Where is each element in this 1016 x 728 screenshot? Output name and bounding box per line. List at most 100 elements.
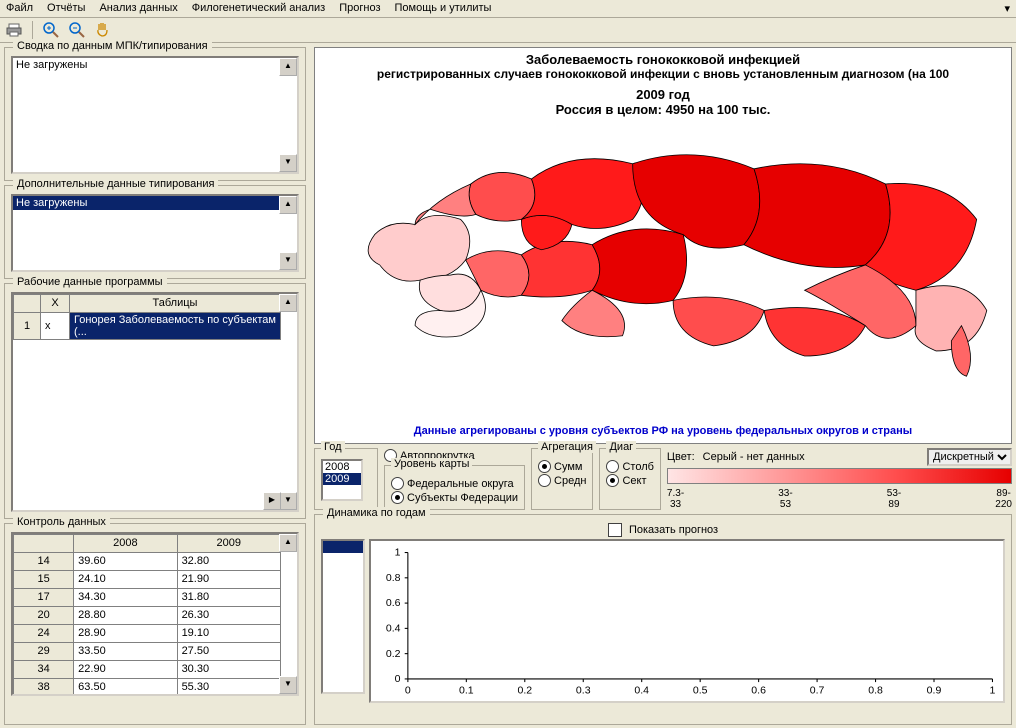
workdata-group: Рабочие данные программы XТаблицы 1 x Го…: [4, 283, 306, 519]
russia-map[interactable]: [319, 117, 1007, 423]
svg-text:0.6: 0.6: [386, 597, 401, 609]
year-list[interactable]: 2008 2009: [321, 459, 363, 501]
scroll-up-icon[interactable]: ▲: [279, 534, 297, 552]
table-row[interactable]: 1 x Гонорея Заболеваемость по субъектам …: [14, 312, 281, 339]
forecast-label: Показать прогноз: [629, 524, 718, 536]
agg-sum-radio[interactable]: Сумм: [538, 460, 586, 473]
agg-box: Агрегация Сумм Средн: [531, 448, 593, 510]
table-row[interactable]: 2428.9019.10: [14, 624, 281, 642]
svg-text:0.5: 0.5: [693, 685, 708, 697]
scroll-down-icon[interactable]: ▼: [279, 154, 297, 172]
pan-icon[interactable]: [95, 22, 111, 38]
svg-text:0.3: 0.3: [576, 685, 591, 697]
year-2009[interactable]: 2009: [323, 473, 361, 485]
year-label: Год: [321, 441, 345, 453]
scroll-up-icon[interactable]: ▲: [279, 294, 297, 312]
scroll-up-icon[interactable]: ▲: [279, 196, 297, 214]
typing-group: Дополнительные данные типирования Не заг…: [4, 185, 306, 279]
maplevel-sf-radio[interactable]: Субъекты Федерации: [391, 491, 518, 504]
menu-file[interactable]: Файл: [6, 2, 33, 15]
svg-text:0.1: 0.1: [459, 685, 474, 697]
color-mode-select[interactable]: Дискретный: [927, 448, 1012, 466]
map-pane: Заболеваемость гонококковой инфекцией ре…: [314, 47, 1012, 444]
scroll-down-icon[interactable]: ▼: [279, 676, 297, 694]
svg-text:1: 1: [395, 547, 401, 559]
mpk-group-title: Сводка по данным МПК/типирования: [13, 40, 212, 52]
scroll-down-icon[interactable]: ▼: [279, 252, 297, 270]
dyn-sidebar[interactable]: [321, 539, 365, 694]
dynamics-title: Динамика по годам: [323, 507, 430, 519]
workdata-title: Рабочие данные программы: [13, 276, 167, 288]
map-footer: Данные агрегированы с уровня субъектов Р…: [412, 423, 914, 439]
svg-text:0.9: 0.9: [927, 685, 942, 697]
table-row[interactable]: 2028.8026.30: [14, 606, 281, 624]
mpk-summary-group: Сводка по данным МПК/типирования Не загр…: [4, 47, 306, 181]
map-controls: Год 2008 2009 Автопрокрутка Уровень карт…: [314, 448, 1012, 510]
table-row[interactable]: 1524.1021.90: [14, 570, 281, 588]
svg-text:0.2: 0.2: [386, 648, 401, 660]
workdata-grid[interactable]: XТаблицы 1 x Гонорея Заболеваемость по с…: [11, 292, 299, 512]
datacontrol-grid[interactable]: 200820091439.6032.801524.1021.901734.303…: [11, 532, 299, 696]
svg-text:0.2: 0.2: [517, 685, 532, 697]
scroll-up-icon[interactable]: ▲: [279, 58, 297, 76]
zoom-out-icon[interactable]: [69, 22, 85, 38]
menu-bar: Файл Отчёты Анализ данных Филогенетическ…: [0, 0, 1016, 18]
table-row[interactable]: 3422.9030.30: [14, 660, 281, 678]
menu-help[interactable]: Помощь и утилиты: [395, 2, 492, 15]
svg-text:0.4: 0.4: [634, 685, 649, 697]
menu-reports[interactable]: Отчёты: [47, 2, 85, 15]
year-box: Год 2008 2009: [314, 448, 378, 510]
svg-text:0: 0: [395, 673, 401, 685]
legend-ticks: 7.3- 3333- 5353- 8989- 220: [667, 488, 1012, 510]
map-total: Россия в целом: 4950 на 100 тыс.: [556, 102, 771, 117]
maplevel-fo-radio[interactable]: Федеральные округа: [391, 477, 518, 490]
dynamics-chart[interactable]: 0 0.2 0.4 0.6 0.8 1 0 0.1 0.2 0.3 0.4 0.5 0.6 0.7 0.8 0…: [369, 539, 1005, 703]
svg-text:0.6: 0.6: [751, 685, 766, 697]
dynamics-group: Динамика по годам Показать прогноз 00.20…: [314, 514, 1012, 725]
agg-avg-radio[interactable]: Средн: [538, 474, 586, 487]
diag-sec-radio[interactable]: Сект: [606, 474, 653, 487]
color-box: Цвет: Серый - нет данных Дискретный 7.3-…: [667, 448, 1012, 510]
mpk-text: Не загружены: [13, 58, 297, 72]
scroll-right-icon[interactable]: ▶: [263, 492, 281, 510]
svg-text:1: 1: [990, 685, 996, 697]
map-title-2: регистрированных случаев гонококковой ин…: [377, 67, 949, 81]
table-row[interactable]: 1734.3031.80: [14, 588, 281, 606]
color-gray-label: Серый - нет данных: [703, 451, 805, 463]
typing-group-title: Дополнительные данные типирования: [13, 178, 218, 190]
maplevel-box: Уровень карты Федеральные округа Субъект…: [384, 465, 525, 510]
menu-analysis[interactable]: Анализ данных: [99, 2, 177, 15]
typing-listbox[interactable]: Не загружены ▲ ▼: [11, 194, 299, 272]
table-row[interactable]: 1439.6032.80: [14, 552, 281, 570]
forecast-checkbox[interactable]: [608, 523, 622, 537]
print-icon[interactable]: [6, 22, 22, 38]
datacontrol-title: Контроль данных: [13, 516, 110, 528]
zoom-in-icon[interactable]: [43, 22, 59, 38]
color-legend: [667, 468, 1012, 484]
svg-text:0.4: 0.4: [386, 623, 401, 635]
scroll-down-icon[interactable]: ▼: [279, 492, 297, 510]
diag-label: Диаг: [606, 441, 636, 453]
col-x[interactable]: X: [41, 294, 70, 312]
color-label: Цвет:: [667, 451, 695, 463]
agg-label: Агрегация: [538, 441, 596, 453]
maplevel-label: Уровень карты: [391, 458, 472, 470]
mpk-listbox[interactable]: Не загружены ▲ ▼: [11, 56, 299, 174]
table-row[interactable]: 2933.5027.50: [14, 642, 281, 660]
year-2008[interactable]: 2008: [323, 461, 361, 473]
diag-box: Диаг Столб Сект: [599, 448, 660, 510]
menu-forecast[interactable]: Прогноз: [339, 2, 380, 15]
svg-text:0: 0: [405, 685, 411, 697]
menu-phylo[interactable]: Филогенетический анализ: [192, 2, 326, 15]
svg-text:0.8: 0.8: [386, 572, 401, 584]
svg-text:0.8: 0.8: [868, 685, 883, 697]
datacontrol-group: Контроль данных 200820091439.6032.801524…: [4, 523, 306, 725]
table-row[interactable]: 3863.5055.30: [14, 678, 281, 696]
menu-collapse-icon[interactable]: ▾: [1004, 2, 1010, 15]
typing-text: Не загружены: [13, 196, 297, 210]
diag-col-radio[interactable]: Столб: [606, 460, 653, 473]
map-year: 2009 год: [636, 87, 690, 102]
col-tables[interactable]: Таблицы: [70, 294, 281, 312]
map-title-1: Заболеваемость гонококковой инфекцией: [526, 52, 800, 67]
svg-text:0.7: 0.7: [810, 685, 825, 697]
